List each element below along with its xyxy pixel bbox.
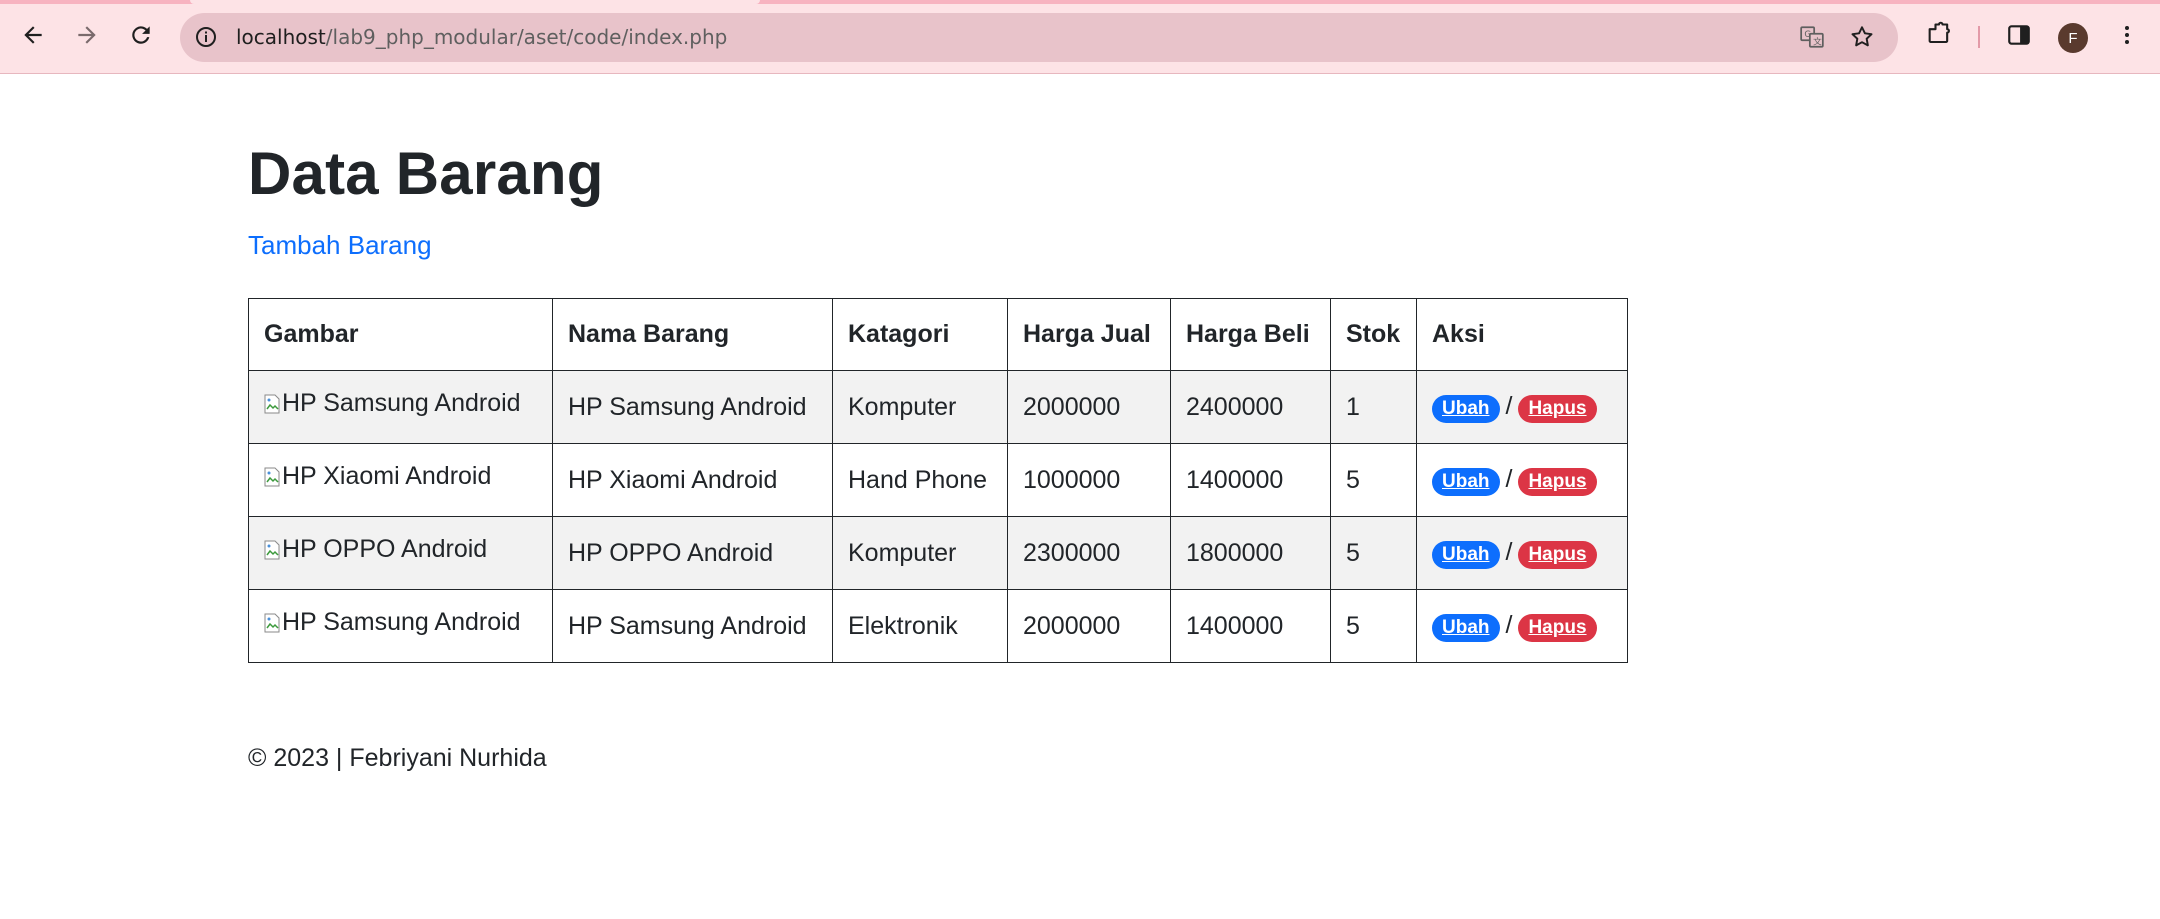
table-row: HP Samsung Android HP Samsung Android Ko…: [248, 370, 1628, 444]
cell-stok: 5: [1330, 443, 1417, 517]
cell-harga-beli: 1400000: [1170, 589, 1331, 663]
svg-text:文: 文: [1813, 36, 1822, 48]
table-row: HP Xiaomi Android HP Xiaomi Android Hand…: [248, 443, 1628, 517]
delete-button[interactable]: Hapus: [1518, 394, 1597, 423]
edit-button[interactable]: Ubah: [1432, 540, 1500, 569]
broken-image-icon: [264, 467, 280, 487]
header-harga-jual: Harga Jual: [1007, 298, 1171, 371]
delete-button[interactable]: Hapus: [1518, 540, 1597, 569]
svg-text:G: G: [1804, 30, 1811, 40]
cell-nama-barang: HP Samsung Android: [552, 370, 833, 444]
product-image: HP Samsung Android: [264, 608, 521, 637]
reload-icon: [132, 26, 150, 44]
broken-image-icon: [264, 394, 280, 414]
action-separator: /: [1505, 610, 1513, 639]
url-text[interactable]: localhost/lab9_php_modular/aset/code/ind…: [236, 25, 727, 49]
header-katagori: Katagori: [832, 298, 1008, 371]
cell-gambar: HP Samsung Android: [248, 589, 553, 663]
page-footer: © 2023 | Febriyani Nurhida: [248, 744, 547, 772]
cell-stok: 1: [1330, 370, 1417, 444]
cell-nama-barang: HP Xiaomi Android: [552, 443, 833, 517]
url-host: localhost: [236, 25, 326, 49]
edit-button[interactable]: Ubah: [1432, 467, 1500, 496]
page-title: Data Barang: [248, 140, 604, 207]
cell-aksi: Ubah / Hapus: [1416, 589, 1628, 663]
cell-stok: 5: [1330, 516, 1417, 590]
image-alt-text: HP Samsung Android: [282, 389, 521, 417]
profile-avatar[interactable]: F: [2058, 23, 2088, 53]
cell-harga-jual: 2000000: [1007, 370, 1171, 444]
header-nama-barang: Nama Barang: [552, 298, 833, 371]
edit-button[interactable]: Ubah: [1432, 613, 1500, 642]
arrow-left-icon: [24, 26, 42, 44]
image-alt-text: HP Xiaomi Android: [282, 462, 492, 490]
address-bar[interactable]: localhost/lab9_php_modular/aset/code/ind…: [180, 13, 1898, 62]
cell-katagori: Elektronik: [832, 589, 1008, 663]
cell-harga-beli: 1800000: [1170, 516, 1331, 590]
broken-image-icon: [264, 540, 280, 560]
browser-toolbar: localhost/lab9_php_modular/aset/code/ind…: [0, 0, 2160, 74]
cell-nama-barang: HP OPPO Android: [552, 516, 833, 590]
cell-gambar: HP Xiaomi Android: [248, 443, 553, 517]
header-aksi: Aksi: [1416, 298, 1628, 371]
image-alt-text: HP OPPO Android: [282, 535, 488, 563]
product-image: HP Xiaomi Android: [264, 462, 491, 491]
reload-button[interactable]: [124, 18, 158, 52]
add-item-link[interactable]: Tambah Barang: [248, 230, 432, 261]
action-separator: /: [1505, 391, 1513, 420]
site-info-icon[interactable]: [192, 23, 220, 51]
cell-katagori: Komputer: [832, 370, 1008, 444]
url-path: /lab9_php_modular/aset/code/index.php: [325, 25, 728, 49]
back-button[interactable]: [16, 18, 50, 52]
bookmark-star-icon[interactable]: [1848, 23, 1876, 51]
cell-gambar: HP Samsung Android: [248, 370, 553, 444]
items-table: Gambar Nama Barang Katagori Harga Jual H…: [248, 298, 1628, 663]
delete-button[interactable]: Hapus: [1518, 613, 1597, 642]
table-row: HP Samsung Android HP Samsung Android El…: [248, 589, 1628, 663]
cell-harga-jual: 1000000: [1007, 443, 1171, 517]
image-alt-text: HP Samsung Android: [282, 608, 521, 636]
header-stok: Stok: [1330, 298, 1417, 371]
cell-aksi: Ubah / Hapus: [1416, 516, 1628, 590]
product-image: HP OPPO Android: [264, 535, 487, 564]
toolbar-divider: [1978, 26, 1980, 48]
cell-katagori: Komputer: [832, 516, 1008, 590]
table-row: HP OPPO Android HP OPPO Android Komputer…: [248, 516, 1628, 590]
extensions-icon[interactable]: [1924, 20, 1954, 50]
header-gambar: Gambar: [248, 298, 553, 371]
product-image: HP Samsung Android: [264, 389, 521, 418]
side-panel-icon[interactable]: [2004, 20, 2034, 50]
cell-aksi: Ubah / Hapus: [1416, 443, 1628, 517]
forward-button[interactable]: [70, 18, 104, 52]
cell-nama-barang: HP Samsung Android: [552, 589, 833, 663]
cell-harga-beli: 2400000: [1170, 370, 1331, 444]
edit-button[interactable]: Ubah: [1432, 394, 1500, 423]
cell-harga-beli: 1400000: [1170, 443, 1331, 517]
cell-gambar: HP OPPO Android: [248, 516, 553, 590]
cell-katagori: Hand Phone: [832, 443, 1008, 517]
tab-strip: [0, 0, 2160, 4]
action-separator: /: [1505, 537, 1513, 566]
arrow-right-icon: [78, 26, 96, 44]
cell-aksi: Ubah / Hapus: [1416, 370, 1628, 444]
header-harga-beli: Harga Beli: [1170, 298, 1331, 371]
cell-harga-jual: 2000000: [1007, 589, 1171, 663]
table-header-row: Gambar Nama Barang Katagori Harga Jual H…: [248, 298, 1628, 371]
cell-stok: 5: [1330, 589, 1417, 663]
menu-kebab-icon[interactable]: [2112, 20, 2142, 50]
cell-harga-jual: 2300000: [1007, 516, 1171, 590]
translate-icon[interactable]: G文: [1798, 23, 1826, 51]
broken-image-icon: [264, 613, 280, 633]
action-separator: /: [1505, 464, 1513, 493]
delete-button[interactable]: Hapus: [1518, 467, 1597, 496]
